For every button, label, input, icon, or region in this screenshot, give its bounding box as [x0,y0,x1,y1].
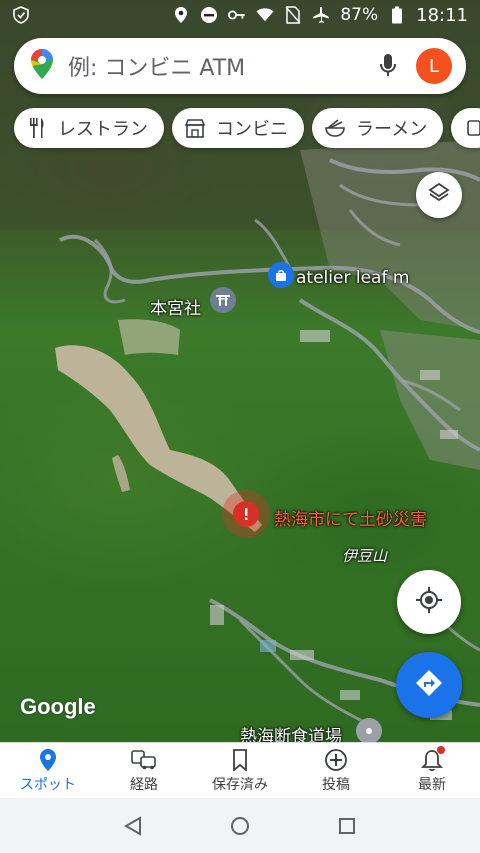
chip-ramen[interactable]: ラーメン [312,108,444,148]
add-circle-icon [323,748,349,772]
location-icon [172,6,190,24]
nav-commute[interactable]: 経路 [96,743,192,798]
nav-label: 最新 [418,776,446,793]
layers-button[interactable] [416,172,462,218]
directions-button[interactable] [396,652,462,718]
maps-pin-logo-icon [30,48,54,84]
bottom-navigation: スポット 経路 保存済み 投稿 最新 [0,742,480,798]
google-attribution: Google [20,694,96,719]
notification-dot [437,745,445,754]
ramen-icon [324,117,346,139]
nav-explore[interactable]: スポット [0,743,96,798]
chip-convenience-store[interactable]: コンビニ [172,108,304,148]
no-sim-icon [284,6,302,24]
my-location-button[interactable] [397,570,461,634]
shrine-icon[interactable] [210,287,236,313]
restaurant-label[interactable]: 熱海断食道場 [240,722,342,742]
nav-label: 投稿 [322,776,350,793]
avatar[interactable]: L [416,48,452,84]
nav-label: 保存済み [212,776,268,793]
back-icon[interactable] [118,811,148,841]
battery-icon [388,6,406,24]
chip-restaurant[interactable]: レストラン [14,108,164,148]
shop-label[interactable]: atelier leaf m [296,268,409,288]
microphone-icon[interactable] [374,52,402,80]
chip-more[interactable] [451,108,480,148]
status-bar: 87% 18:11 [0,0,480,30]
clock: 18:11 [416,4,468,26]
category-chips: レストラン コンビニ ラーメン [14,108,480,148]
commute-icon [131,748,157,772]
home-icon[interactable] [225,811,255,841]
nav-updates[interactable]: 最新 [384,743,480,798]
shrine-label[interactable]: 本宮社 [150,294,201,319]
nav-saved[interactable]: 保存済み [192,743,288,798]
search-bar[interactable]: 例: コンビニ ATM L [14,38,466,94]
restaurant-pin-icon[interactable] [356,718,382,742]
area-label: 伊豆山 [342,547,388,565]
explore-pin-icon [35,748,61,772]
battery-percent: 87% [340,5,379,25]
more-category-icon [463,117,480,139]
chip-label: レストラン [58,119,148,140]
wifi-icon [256,6,274,24]
system-navigation [0,798,480,853]
recents-icon[interactable] [332,811,362,841]
store-icon [184,117,206,139]
nav-contribute[interactable]: 投稿 [288,743,384,798]
restaurant-icon [26,117,48,139]
search-input[interactable]: 例: コンビニ ATM [68,50,374,82]
bell-icon [419,745,445,772]
key-icon [228,6,246,24]
crosshair-icon [415,586,443,618]
nav-label: 経路 [130,776,158,793]
chip-label: ラーメン [356,119,428,140]
nav-label: スポット [20,776,76,793]
shield-icon [12,6,30,24]
directions-icon [414,668,444,702]
chip-label: コンビニ [216,119,288,140]
dnd-icon [200,6,218,24]
layers-icon [427,181,451,209]
alert-icon[interactable] [233,501,259,527]
airplane-icon [312,6,330,24]
bookmark-icon [227,748,253,772]
shopping-bag-icon[interactable] [268,262,294,288]
alert-label[interactable]: 熱海市にて土砂災害 [274,505,427,530]
